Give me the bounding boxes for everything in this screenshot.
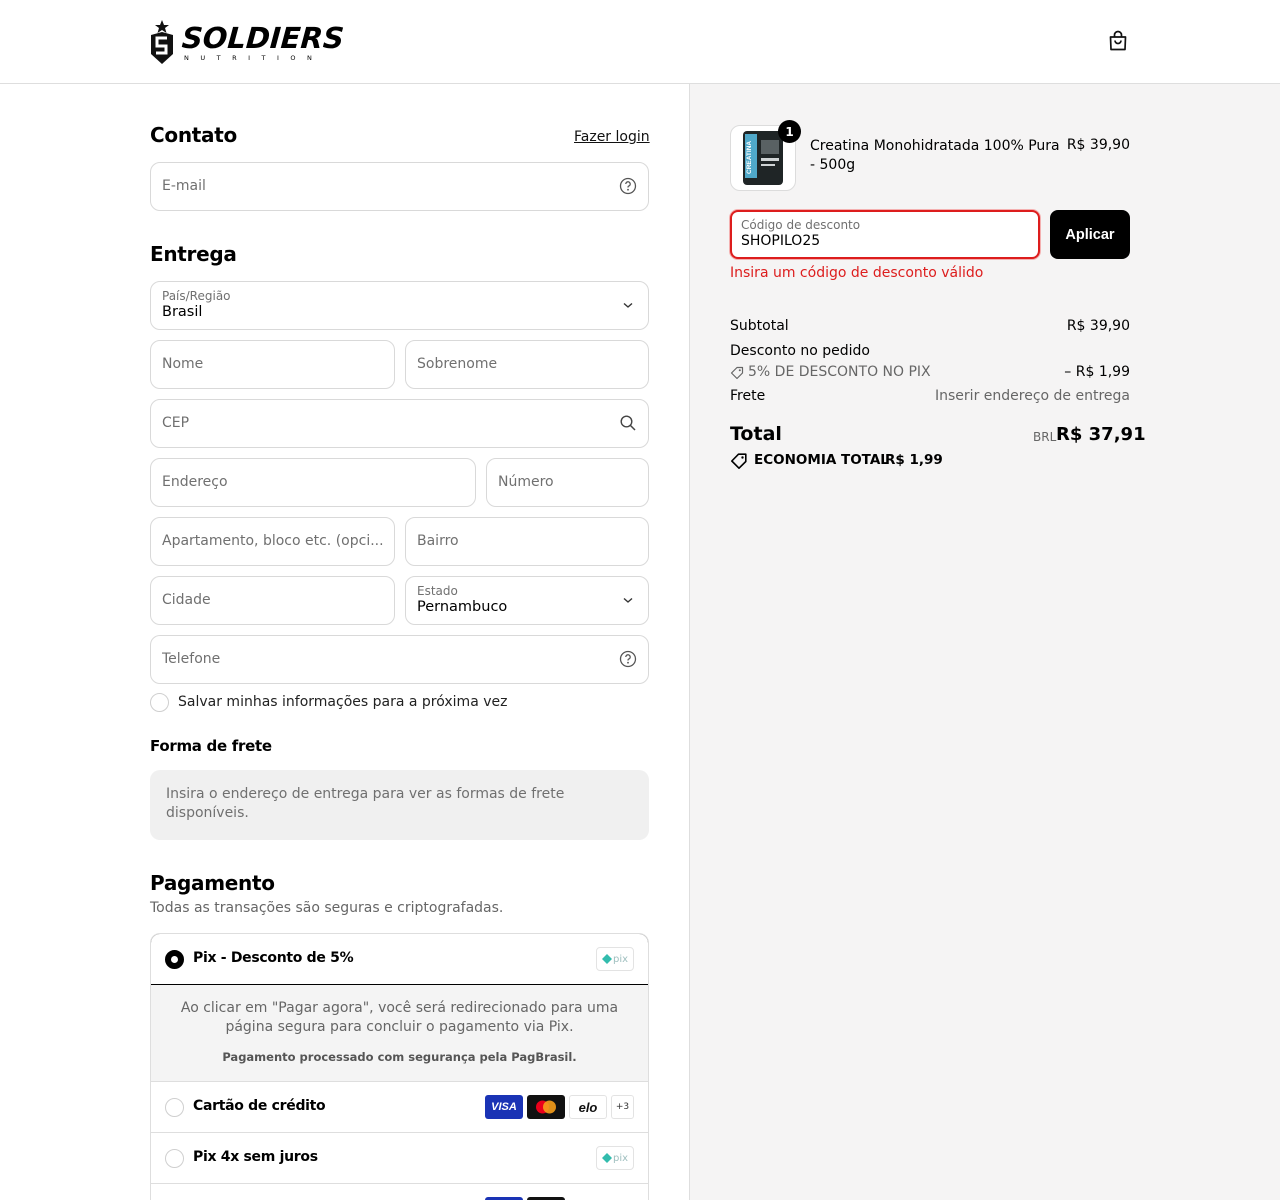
pix-logo-icon: pix xyxy=(596,947,634,971)
order-discount-label: Desconto no pedido xyxy=(730,343,870,359)
address-field[interactable]: Endereço xyxy=(150,458,476,507)
subtotal-value: R$ 39,90 xyxy=(1066,318,1130,334)
credit-card-label: Cartão de crédito xyxy=(193,1098,326,1114)
product-price: R$ 39,90 xyxy=(1066,137,1130,153)
search-icon[interactable] xyxy=(619,414,637,432)
shipping-info: Insira o endereço de entrega para ver as… xyxy=(150,770,649,840)
pix-secure-text: Pagamento processado com segurança pela … xyxy=(222,1050,577,1064)
apply-discount-button[interactable]: Aplicar xyxy=(1050,210,1130,259)
pix-info-panel: Ao clicar em "Pagar agora", você será re… xyxy=(151,985,648,1082)
quantity-badge: 1 xyxy=(778,120,801,143)
mastercard-icon xyxy=(527,1095,565,1119)
discount-code-label: Código de desconto xyxy=(741,218,861,232)
logo-wordmark: SOLDIERS xyxy=(180,20,346,55)
email-field[interactable]: E-mail xyxy=(150,162,649,211)
product-name-line1: Creatina Monohidratada 100% Pura xyxy=(810,138,1060,154)
payment-option-pix-4x[interactable]: Pix 4x sem juros pix xyxy=(151,1133,648,1184)
phone-placeholder: Telefone xyxy=(162,651,221,667)
credit-card-radio[interactable] xyxy=(165,1098,184,1117)
total-value: R$ 37,91 xyxy=(1056,424,1146,445)
pix-discount-label: 5% DE DESCONTO NO PIX xyxy=(748,364,931,380)
pix-4x-label: Pix 4x sem juros xyxy=(193,1149,318,1165)
first-name-placeholder: Nome xyxy=(162,356,204,372)
subtotal-label: Subtotal xyxy=(730,318,789,334)
apartment-field[interactable]: Apartamento, bloco etc. (opci... xyxy=(150,517,395,566)
neighborhood-placeholder: Bairro xyxy=(417,533,459,549)
country-label: País/Região xyxy=(162,289,231,303)
payment-option-credit-card[interactable]: Cartão de crédito VISA elo +3 xyxy=(151,1082,648,1133)
state-select[interactable]: Estado Pernambuco xyxy=(405,576,649,625)
chevron-down-icon xyxy=(623,597,633,603)
logo[interactable]: SOLDIERS NUTRITION xyxy=(150,20,346,64)
apartment-placeholder: Apartamento, bloco etc. (opci... xyxy=(162,533,384,549)
country-select[interactable]: País/Região Brasil xyxy=(150,281,649,330)
save-info-checkbox[interactable] xyxy=(150,693,169,712)
pix-4x-radio[interactable] xyxy=(165,1149,184,1168)
savings-label: ECONOMIA TOTAL xyxy=(754,452,889,468)
shield-star-icon xyxy=(151,20,173,64)
header: SOLDIERS NUTRITION xyxy=(0,0,1280,84)
save-info-label[interactable]: Salvar minhas informações para a próxima… xyxy=(178,694,507,710)
payment-methods: Pix - Desconto de 5% pix Ao clicar em "P… xyxy=(150,933,649,1200)
more-cards-badge: +3 xyxy=(611,1095,634,1119)
pix-radio[interactable] xyxy=(165,950,184,969)
visa-icon: VISA xyxy=(485,1095,523,1119)
savings-value: R$ 1,99 xyxy=(885,452,943,468)
last-name-field[interactable]: Sobrenome xyxy=(405,340,649,389)
tag-icon xyxy=(730,366,744,380)
login-link[interactable]: Fazer login xyxy=(574,129,650,145)
product-name-line2: - 500g xyxy=(810,157,856,173)
cart-button[interactable] xyxy=(1106,29,1130,53)
city-field[interactable]: Cidade xyxy=(150,576,395,625)
product-name: Creatina Monohidratada 100% Pura - 500g xyxy=(810,137,1060,175)
number-placeholder: Número xyxy=(498,474,554,490)
help-icon[interactable] xyxy=(619,177,637,195)
chevron-down-icon xyxy=(623,302,633,308)
shipping-label: Frete xyxy=(730,388,766,404)
pix-discount-value: – R$ 1,99 xyxy=(1064,364,1130,380)
tag-icon xyxy=(731,453,747,469)
number-field[interactable]: Número xyxy=(486,458,649,507)
neighborhood-field[interactable]: Bairro xyxy=(405,517,649,566)
total-label: Total xyxy=(730,423,782,445)
discount-code-value: SHOPILO25 xyxy=(741,233,821,249)
last-name-placeholder: Sobrenome xyxy=(417,356,498,372)
shipping-value: Inserir endereço de entrega xyxy=(935,388,1130,404)
phone-field[interactable]: Telefone xyxy=(150,635,649,684)
first-name-field[interactable]: Nome xyxy=(150,340,395,389)
discount-code-field[interactable]: Código de desconto SHOPILO25 xyxy=(730,210,1040,259)
pix-option-label: Pix - Desconto de 5% xyxy=(193,950,354,966)
email-placeholder: E-mail xyxy=(162,178,206,194)
elo-icon: elo xyxy=(569,1095,607,1119)
discount-error: Insira um código de desconto válido xyxy=(730,265,984,281)
payment-option-pix[interactable]: Pix - Desconto de 5% pix xyxy=(151,934,648,985)
address-placeholder: Endereço xyxy=(162,474,228,490)
country-value: Brasil xyxy=(162,304,203,320)
shopping-bag-icon xyxy=(1109,30,1127,51)
delivery-title: Entrega xyxy=(150,242,237,266)
pix-info-text: Ao clicar em "Pagar agora", você será re… xyxy=(180,1000,619,1035)
city-placeholder: Cidade xyxy=(162,592,211,608)
cep-placeholder: CEP xyxy=(162,415,190,431)
currency-code: BRL xyxy=(1033,430,1057,444)
cep-field[interactable]: CEP xyxy=(150,399,649,448)
help-icon[interactable] xyxy=(619,650,637,668)
state-label: Estado xyxy=(417,584,458,598)
pix-logo-icon: pix xyxy=(596,1146,634,1170)
shipping-title: Forma de frete xyxy=(150,737,272,755)
svg-text:CREATINA: CREATINA xyxy=(746,141,753,174)
payment-title: Pagamento xyxy=(150,871,275,895)
state-value: Pernambuco xyxy=(417,599,508,615)
payment-subtitle: Todas as transações são seguras e cripto… xyxy=(150,900,504,916)
payment-option-more[interactable] xyxy=(151,1184,648,1200)
